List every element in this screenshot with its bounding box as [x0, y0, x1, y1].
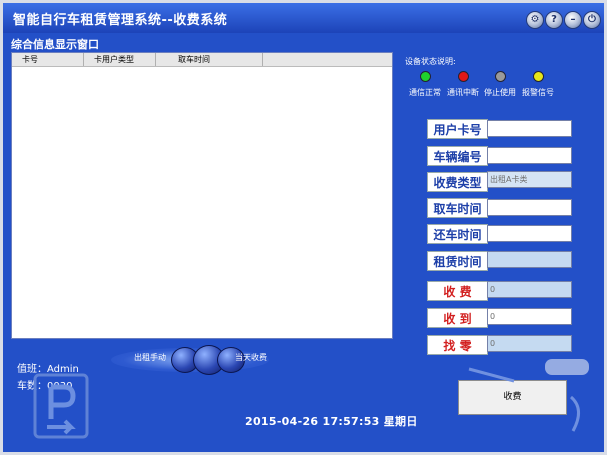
list-header: 卡号 卡用户类型 取车时间 — [12, 53, 392, 67]
return-time-label: 还车时间 — [427, 224, 488, 244]
info-list[interactable]: 卡号 卡用户类型 取车时间 — [11, 52, 393, 339]
received-input[interactable]: 0 — [487, 308, 572, 325]
bike-number-label: 车辆编号 — [427, 146, 488, 166]
rental-time-label: 租赁时间 — [427, 251, 488, 271]
column-card-number[interactable]: 卡号 — [12, 53, 84, 66]
mode-manual-rental-label[interactable]: 出租手动 — [134, 352, 166, 363]
current-datetime: 2015-04-26 17:57:53 星期日 — [245, 415, 418, 428]
bike-number-input[interactable] — [487, 147, 572, 164]
device-status-title: 设备状态说明: — [405, 57, 456, 66]
received-label: 收 到 — [427, 308, 488, 328]
charge-field[interactable]: 0 — [487, 281, 572, 298]
user-card-input[interactable] — [487, 120, 572, 137]
pickup-time-label: 取车时间 — [427, 198, 488, 218]
title-bar: 智能自行车租赁管理系统--收费系统 ⚙ ? – ⏻ — [3, 3, 604, 33]
fee-type-field[interactable]: 出租A卡类 — [487, 171, 572, 188]
status-label: 通讯中断 — [447, 88, 479, 97]
parking-sign-icon — [33, 373, 89, 439]
info-panel-title: 综合信息显示窗口 — [11, 38, 99, 51]
decorative-stripes — [468, 359, 589, 432]
help-icon[interactable]: ? — [545, 11, 563, 29]
charge-label: 收 费 — [427, 281, 488, 301]
power-icon[interactable]: ⏻ — [583, 11, 601, 29]
mode-daily-fee-label[interactable]: 当天收费 — [235, 352, 267, 363]
app-title: 智能自行车租赁管理系统--收费系统 — [13, 13, 228, 28]
change-field[interactable]: 0 — [487, 335, 572, 352]
user-card-label: 用户卡号 — [427, 119, 488, 139]
app-window: 智能自行车租赁管理系统--收费系统 ⚙ ? – ⏻ 综合信息显示窗口 卡号 卡用… — [0, 0, 607, 455]
pickup-time-input[interactable] — [487, 199, 572, 216]
status-label: 通信正常 — [409, 88, 441, 97]
column-card-user-type[interactable]: 卡用户类型 — [84, 53, 156, 66]
green-status-icon — [419, 71, 431, 82]
minimize-icon[interactable]: – — [564, 11, 582, 29]
status-label: 停止使用 — [484, 88, 516, 97]
gray-status-icon — [494, 71, 506, 82]
red-status-icon — [457, 71, 469, 82]
column-pickup-time[interactable]: 取车时间 — [156, 53, 263, 66]
rental-time-field[interactable] — [487, 251, 572, 268]
status-alarm: 报警信号 — [514, 71, 562, 98]
change-label: 找 零 — [427, 335, 488, 355]
settings-icon[interactable]: ⚙ — [526, 11, 544, 29]
yellow-status-icon — [532, 71, 544, 82]
status-label: 报警信号 — [522, 88, 554, 97]
fee-type-label: 收费类型 — [427, 172, 488, 192]
return-time-input[interactable] — [487, 225, 572, 242]
